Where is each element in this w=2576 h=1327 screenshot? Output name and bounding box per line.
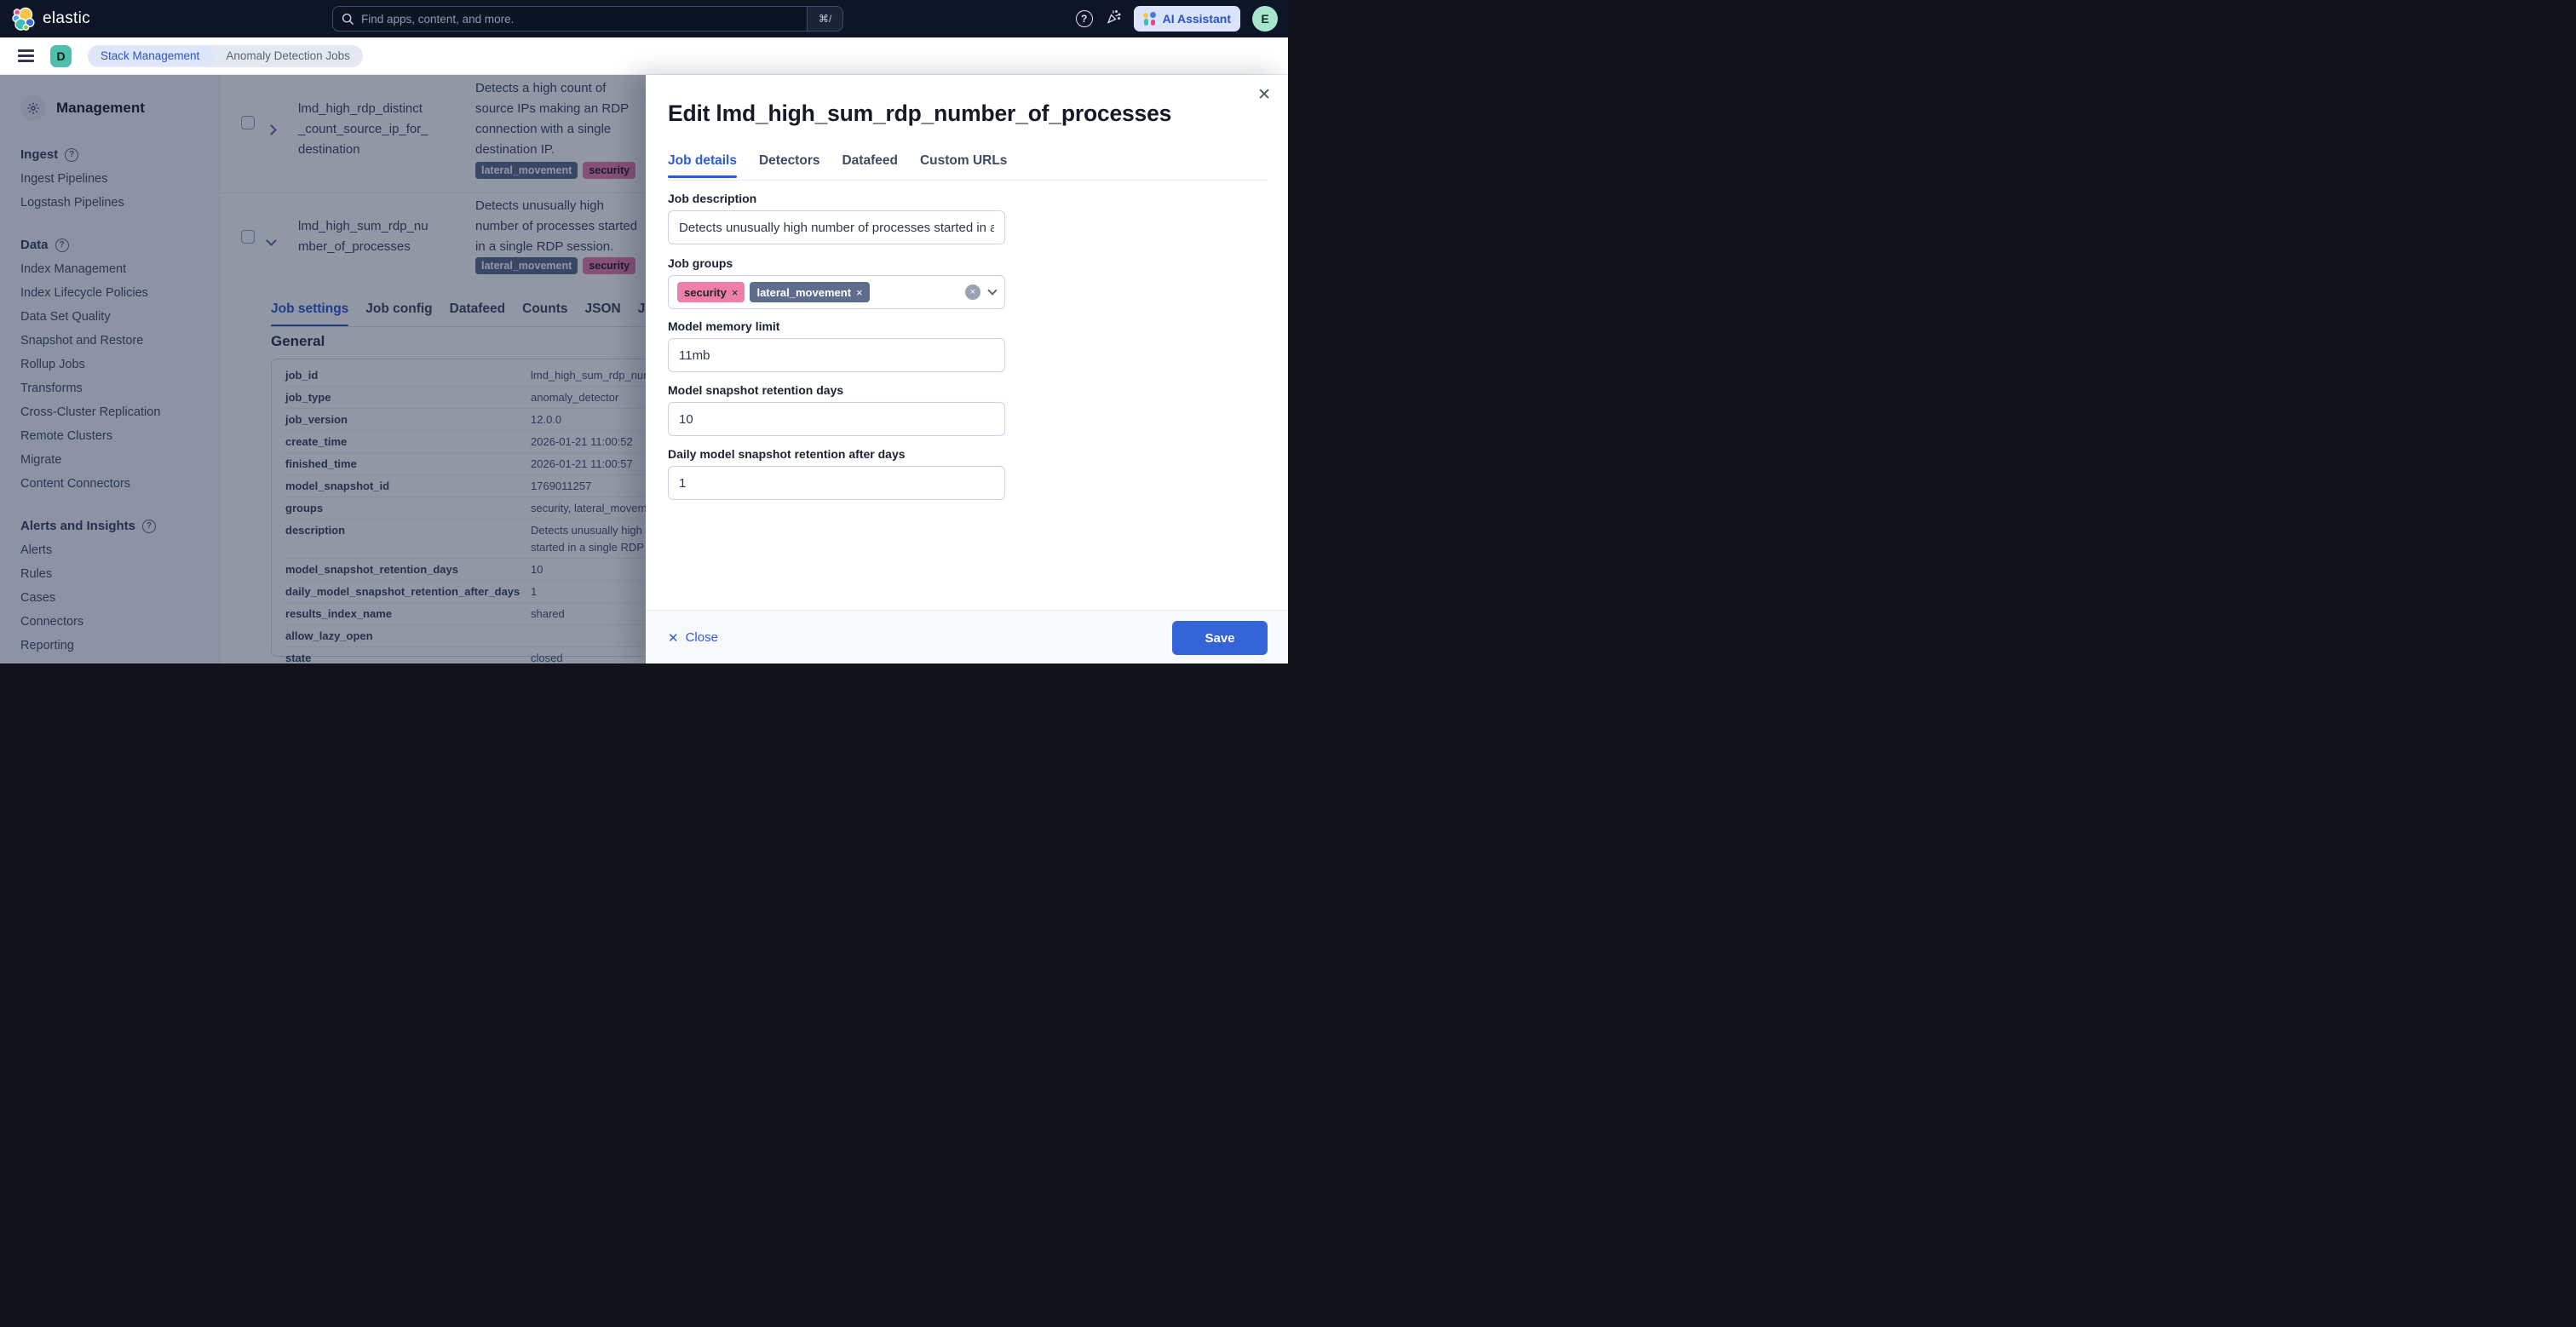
job-description-field[interactable] <box>668 210 1005 244</box>
close-button[interactable]: ✕ Close <box>668 611 718 664</box>
group-pill-security: security × <box>677 282 745 302</box>
tabs-divider <box>668 180 1268 181</box>
tab-job-details[interactable]: Job details <box>668 153 737 178</box>
help-icon[interactable]: ? <box>1075 10 1093 27</box>
daily-model-snapshot-retention-label: Daily model snapshot retention after day… <box>668 447 906 461</box>
header-actions: ? AI Assistant E <box>1075 0 1278 37</box>
elastic-logo-icon <box>12 7 35 31</box>
elastic-logo[interactable]: elastic <box>12 0 90 37</box>
breadcrumb-stack-management[interactable]: Stack Management <box>88 45 216 67</box>
remove-tag-icon[interactable]: × <box>856 286 863 299</box>
breadcrumb-anomaly-detection-jobs: Anomaly Detection Jobs <box>205 44 363 67</box>
flyout-title: Edit lmd_high_sum_rdp_number_of_processe… <box>668 101 1172 126</box>
job-groups-label: Job groups <box>668 256 733 270</box>
save-button[interactable]: Save <box>1172 621 1268 655</box>
user-avatar[interactable]: E <box>1252 6 1278 32</box>
search-icon <box>342 13 354 26</box>
brand-name: elastic <box>43 9 90 27</box>
app-screen: elastic Find apps, content, and more. ⌘/… <box>0 0 1288 664</box>
close-icon: ✕ <box>668 630 679 646</box>
model-snapshot-retention-days-field[interactable] <box>668 402 1005 436</box>
breadcrumb-bar: D Stack Management Anomaly Detection Job… <box>0 37 1288 75</box>
clear-all-icon[interactable]: × <box>965 284 980 300</box>
breadcrumb: Stack Management Anomaly Detection Jobs <box>88 44 363 67</box>
model-memory-limit-field[interactable] <box>668 338 1005 372</box>
global-search-input[interactable]: Find apps, content, and more. ⌘/ <box>332 6 843 32</box>
ai-assistant-icon <box>1142 12 1157 26</box>
job-description-label: Job description <box>668 192 757 205</box>
remove-tag-icon[interactable]: × <box>732 286 739 299</box>
job-groups-combobox[interactable]: security × lateral_movement × × <box>668 275 1005 309</box>
search-placeholder: Find apps, content, and more. <box>361 12 515 26</box>
model-memory-limit-label: Model memory limit <box>668 319 780 333</box>
chevron-down-icon[interactable] <box>987 285 998 296</box>
menu-icon[interactable] <box>18 49 34 62</box>
group-pill-lateral-movement: lateral_movement × <box>750 282 870 302</box>
flyout-tabs: Job details Detectors Datafeed Custom UR… <box>668 153 1007 178</box>
model-snapshot-retention-days-label: Model snapshot retention days <box>668 383 844 397</box>
global-header: elastic Find apps, content, and more. ⌘/… <box>0 0 1288 37</box>
daily-model-snapshot-retention-field[interactable] <box>668 466 1005 500</box>
flyout-footer: ✕ Close Save <box>646 610 1288 664</box>
ai-assistant-button[interactable]: AI Assistant <box>1133 6 1240 32</box>
edit-job-flyout: ✕ Edit lmd_high_sum_rdp_number_of_proces… <box>646 75 1288 664</box>
tab-datafeed[interactable]: Datafeed <box>842 153 897 178</box>
space-badge[interactable]: D <box>50 44 72 67</box>
tab-detectors[interactable]: Detectors <box>759 153 820 178</box>
ai-assistant-label: AI Assistant <box>1162 12 1231 26</box>
whats-new-icon[interactable] <box>1105 9 1122 30</box>
keyboard-shortcut-hint: ⌘/ <box>807 7 842 31</box>
tab-custom-urls[interactable]: Custom URLs <box>920 153 1007 178</box>
close-icon[interactable]: ✕ <box>1257 87 1271 103</box>
